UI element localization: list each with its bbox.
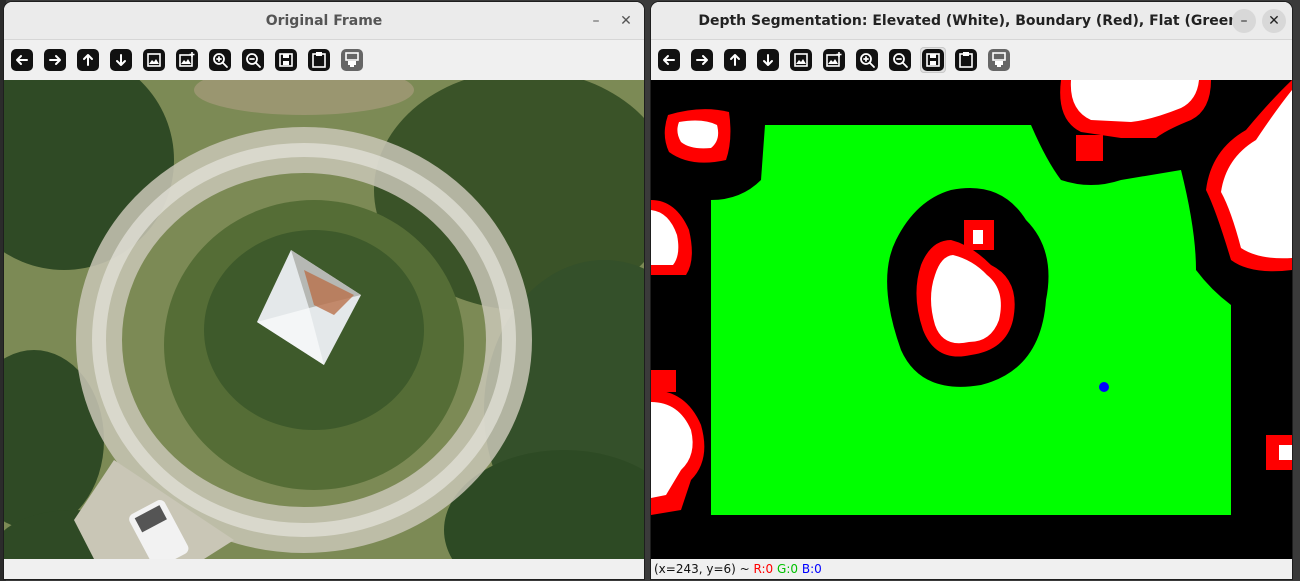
close-button[interactable]: ✕ (614, 9, 638, 33)
zoom-in-icon (856, 49, 878, 71)
toolbar (651, 40, 1292, 80)
aerial-photo (4, 80, 644, 559)
save-icon (275, 49, 297, 71)
zoom-out-icon (889, 49, 911, 71)
zoom-in-button[interactable] (207, 47, 233, 73)
original-frame-window: Original Frame – ✕ (4, 2, 644, 579)
image-plus-icon (823, 49, 845, 71)
copy-clipboard-button[interactable] (953, 47, 979, 73)
cursor-marker (1099, 382, 1109, 392)
properties-icon (341, 49, 363, 71)
zoom-out-button[interactable] (887, 47, 913, 73)
pixel-blue-value: B:0 (801, 562, 822, 576)
pan-up-button[interactable] (722, 47, 748, 73)
window-title: Original Frame (265, 12, 383, 29)
depth-segmentation-window: Depth Segmentation: Elevated (White), Bo… (651, 2, 1292, 579)
pixel-red-value: R:0 (753, 562, 774, 576)
window-title: Depth Segmentation: Elevated (White), Bo… (698, 12, 1245, 29)
pan-up-button[interactable] (75, 47, 101, 73)
pan-right-button[interactable] (42, 47, 68, 73)
segmentation-mask (651, 80, 1292, 560)
titlebar[interactable]: Depth Segmentation: Elevated (White), Bo… (651, 2, 1292, 40)
arrow-up-icon (724, 49, 746, 71)
arrow-left-icon (658, 49, 680, 71)
properties-icon (988, 49, 1010, 71)
image-plus-icon (176, 49, 198, 71)
properties-button[interactable] (339, 47, 365, 73)
pan-down-button[interactable] (755, 47, 781, 73)
minimize-button[interactable]: – (584, 9, 608, 33)
clipboard-icon (955, 49, 977, 71)
arrow-up-icon (77, 49, 99, 71)
save-icon (922, 49, 944, 71)
arrow-right-icon (44, 49, 66, 71)
pan-left-button[interactable] (656, 47, 682, 73)
copy-clipboard-button[interactable] (306, 47, 332, 73)
save-button[interactable] (920, 47, 946, 73)
image-icon (790, 49, 812, 71)
pixel-coordinates: (x=243, y=6) ~ (654, 562, 750, 576)
close-button[interactable]: ✕ (1262, 9, 1286, 33)
zoom-fit-button[interactable] (141, 47, 167, 73)
zoom-out-icon (242, 49, 264, 71)
save-button[interactable] (273, 47, 299, 73)
minimize-button[interactable]: – (1232, 9, 1256, 33)
arrow-right-icon (691, 49, 713, 71)
zoom-out-button[interactable] (240, 47, 266, 73)
status-bar: (x=243, y=6) ~ R:0 G:0 B:0 (651, 559, 1292, 579)
clipboard-icon (308, 49, 330, 71)
zoom-fit-button[interactable] (788, 47, 814, 73)
zoom-in-button[interactable] (854, 47, 880, 73)
zoom-in-icon (209, 49, 231, 71)
toolbar (4, 40, 644, 80)
image-icon (143, 49, 165, 71)
titlebar[interactable]: Original Frame – ✕ (4, 2, 644, 40)
pan-left-button[interactable] (9, 47, 35, 73)
pan-down-button[interactable] (108, 47, 134, 73)
pixel-green-value: G:0 (777, 562, 799, 576)
zoom-original-button[interactable] (174, 47, 200, 73)
original-frame-image[interactable] (4, 80, 644, 559)
arrow-left-icon (11, 49, 33, 71)
arrow-down-icon (110, 49, 132, 71)
arrow-down-icon (757, 49, 779, 71)
zoom-original-button[interactable] (821, 47, 847, 73)
pan-right-button[interactable] (689, 47, 715, 73)
properties-button[interactable] (986, 47, 1012, 73)
segmentation-image[interactable] (651, 80, 1292, 560)
